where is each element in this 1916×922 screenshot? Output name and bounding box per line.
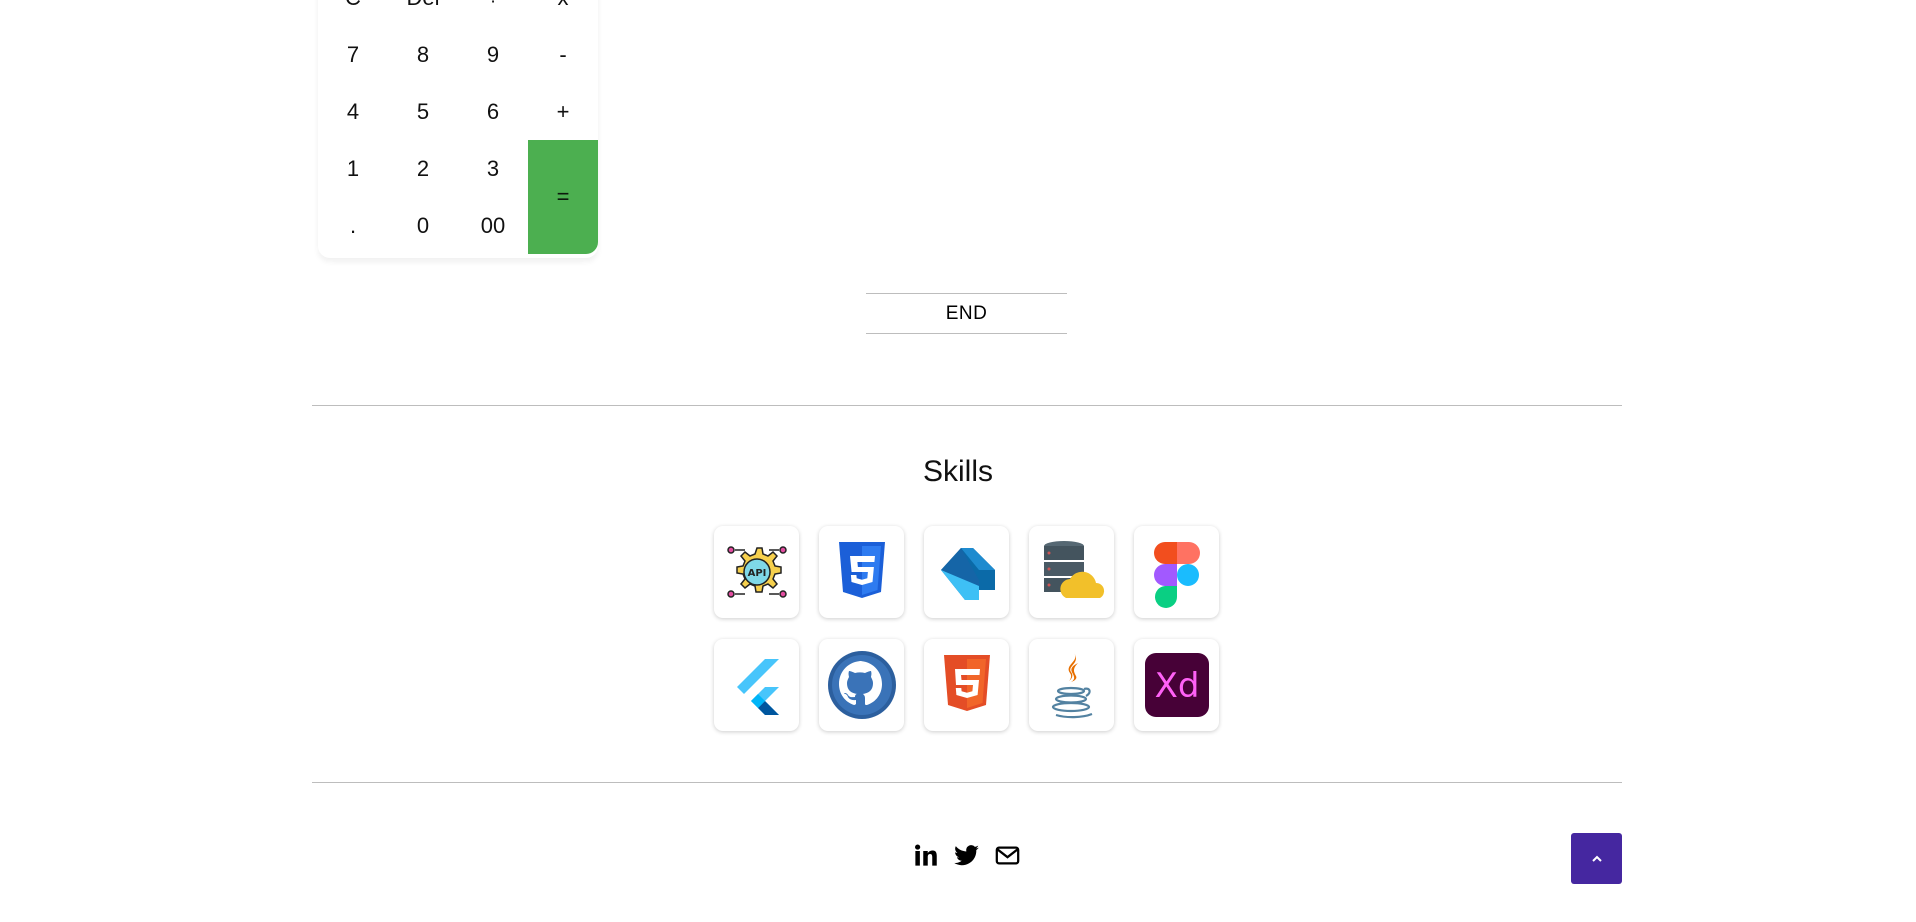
flutter-icon [736,659,779,715]
svg-text:Xd: Xd [1154,666,1199,706]
chevron-up-icon [1591,855,1602,862]
skill-card-flutter[interactable] [714,639,799,731]
key-1[interactable]: 1 [318,140,388,197]
skill-card-cloud-database[interactable] [1029,526,1114,618]
key-decimal[interactable]: . [318,197,388,254]
divider [312,405,1622,406]
svg-text:API: API [747,568,766,579]
social-links [912,842,1021,869]
skill-card-adobe-xd[interactable]: Xd [1134,639,1219,731]
key-4[interactable]: 4 [318,83,388,140]
key-minus[interactable]: - [528,26,598,83]
twitter-icon[interactable] [953,842,980,869]
key-0[interactable]: 0 [388,197,458,254]
calculator: C Del ÷ x 7 8 9 - 4 5 6 + 1 2 3 = . 0 00 [318,0,598,258]
skill-card-figma[interactable] [1134,526,1219,618]
divider [312,782,1622,783]
skill-card-css3[interactable] [819,526,904,618]
key-plus[interactable]: + [528,83,598,140]
skill-card-java[interactable] [1029,639,1114,731]
key-clear[interactable]: C [318,0,388,26]
key-delete[interactable]: Del [388,0,458,26]
skill-card-github[interactable] [819,639,904,731]
adobe-xd-icon: Xd [1144,653,1209,717]
key-6[interactable]: 6 [458,83,528,140]
key-5[interactable]: 5 [388,83,458,140]
linkedin-icon[interactable] [912,842,939,869]
skill-card-api[interactable]: API [714,526,799,618]
cloud-database-icon [1043,541,1104,598]
key-00[interactable]: 00 [458,197,528,254]
key-2[interactable]: 2 [388,140,458,197]
key-3[interactable]: 3 [458,140,528,197]
css3-icon [838,542,885,598]
github-icon [827,651,896,719]
key-divide[interactable]: ÷ [458,0,528,26]
java-icon [1051,653,1092,719]
html5-icon [943,655,990,711]
key-equals[interactable]: = [528,140,598,254]
api-icon: API [726,546,787,598]
dart-icon [940,548,995,600]
skill-card-dart[interactable] [924,526,1009,618]
figma-icon [1153,542,1200,608]
key-7[interactable]: 7 [318,26,388,83]
skills-grid: API Xd [714,526,1219,731]
back-to-top-button[interactable] [1571,833,1622,884]
end-label: END [866,293,1067,334]
skills-title: Skills [922,455,993,488]
skill-card-html5[interactable] [924,639,1009,731]
key-multiply[interactable]: x [528,0,598,26]
key-8[interactable]: 8 [388,26,458,83]
email-icon[interactable] [994,842,1021,869]
key-9[interactable]: 9 [458,26,528,83]
